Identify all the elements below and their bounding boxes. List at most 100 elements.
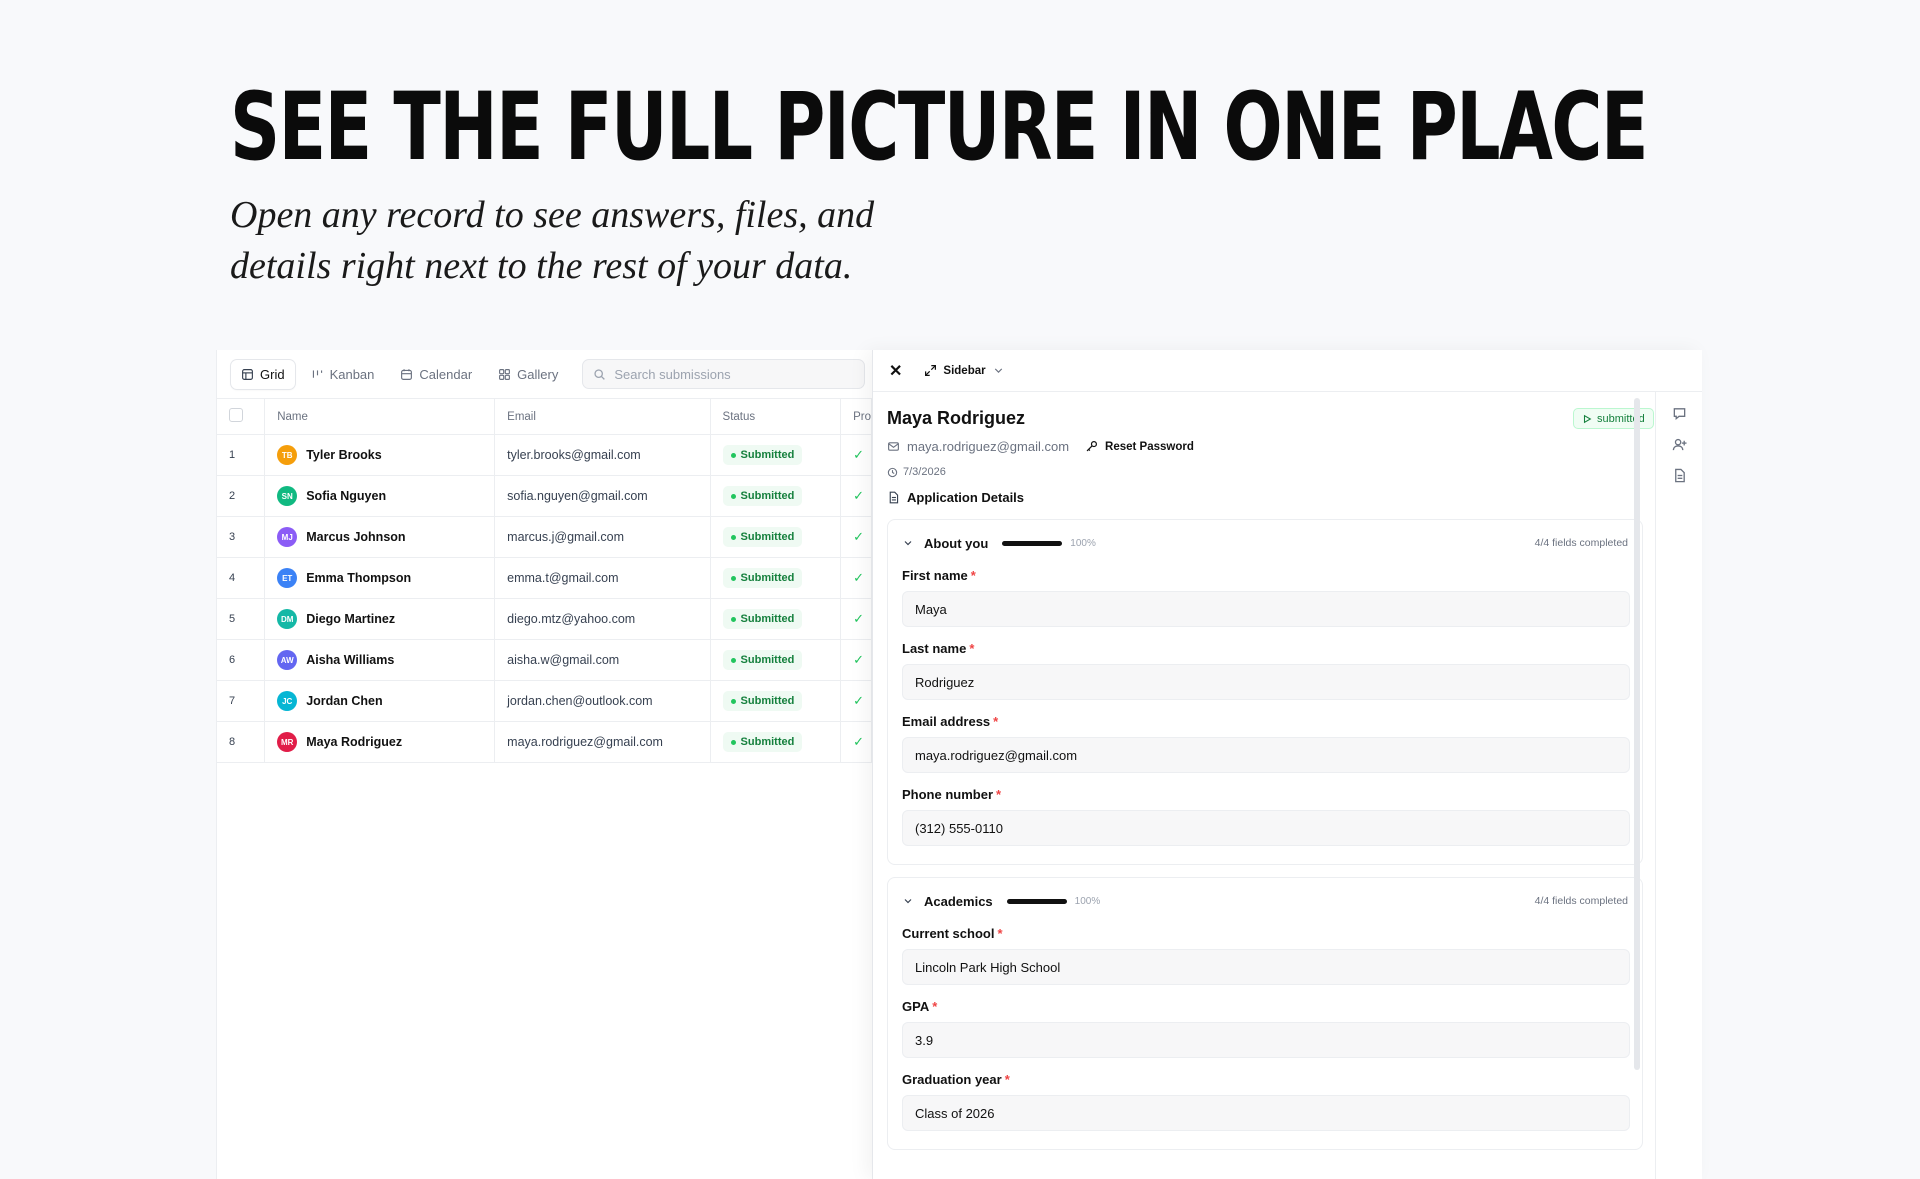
field-input[interactable]: (312) 555-0110: [902, 810, 1630, 846]
add-user-icon[interactable]: [1672, 437, 1687, 452]
row-index: 7: [217, 680, 266, 722]
column-header-email[interactable]: Email: [494, 398, 711, 435]
table-icon: [242, 368, 253, 380]
table-row[interactable]: 4 ET Emma Thompson emma.t@gmail.com Submitte…: [217, 557, 872, 599]
field-input[interactable]: Lincoln Park High School: [902, 949, 1630, 985]
field-input[interactable]: maya.rodriguez@gmail.com: [902, 737, 1630, 773]
reset-password-button[interactable]: Reset Password: [1085, 440, 1194, 453]
record-detail-panel: ✕ Sidebar Maya Rodriguez submitted maya.…: [872, 350, 1702, 1179]
status-cell[interactable]: Submitted: [710, 680, 842, 722]
reset-password-label: Reset Password: [1105, 440, 1194, 453]
tab-gallery[interactable]: Gallery: [488, 360, 568, 389]
table-row[interactable]: 6 AW Aisha Williams aisha.w@gmail.com Submit…: [217, 639, 872, 681]
chevron-down-icon[interactable]: [902, 537, 914, 549]
tab-kanban[interactable]: Kanban: [301, 360, 385, 389]
row-index: 3: [217, 516, 266, 558]
row-email[interactable]: diego.mtz@yahoo.com: [494, 598, 711, 640]
check-icon: ✓: [853, 652, 864, 667]
row-email[interactable]: aisha.w@gmail.com: [494, 639, 711, 681]
detail-scrollbar[interactable]: [1634, 398, 1640, 1070]
section-fields-completed: 4/4 fields completed: [1534, 537, 1628, 549]
name-cell[interactable]: JC Jordan Chen: [264, 680, 496, 722]
table-row[interactable]: 7 JC Jordan Chen jordan.chen@outlook.com Sub…: [217, 680, 872, 722]
field-label: First name *: [902, 568, 1628, 583]
record-meta-row: maya.rodriguez@gmail.com Reset Password: [887, 439, 1639, 454]
row-index: 8: [217, 721, 266, 763]
row-name: Tyler Brooks: [306, 448, 382, 462]
row-email[interactable]: tyler.brooks@gmail.com: [494, 434, 711, 476]
search-input[interactable]: [614, 366, 865, 382]
status-cell[interactable]: Submitted: [710, 475, 842, 517]
row-index: 2: [217, 475, 266, 517]
chevron-down-icon[interactable]: [902, 895, 914, 907]
row-status: Submitted: [740, 695, 795, 707]
table-row[interactable]: 2 SN Sofia Nguyen sofia.nguyen@gmail.com Sub…: [217, 475, 872, 517]
row-status: Submitted: [740, 736, 795, 748]
table-row[interactable]: 3 MJ Marcus Johnson marcus.j@gmail.com Submi…: [217, 516, 872, 558]
section-header[interactable]: About you 100% 4/4 fields completed: [902, 532, 1628, 554]
name-cell[interactable]: MJ Marcus Johnson: [264, 516, 496, 558]
table-row[interactable]: 8 MR Maya Rodriguez maya.rodriguez@gmail.co…: [217, 721, 872, 763]
column-header-status[interactable]: Status: [710, 398, 842, 435]
clock-icon: [887, 467, 898, 477]
status-badge: Submitted: [722, 609, 803, 629]
field-label-text: Phone number: [902, 787, 994, 802]
status-badge: Submitted: [722, 527, 803, 547]
name-cell[interactable]: DM Diego Martinez: [264, 598, 496, 640]
select-all-cell[interactable]: [217, 398, 266, 435]
section-header[interactable]: Academics 100% 4/4 fields completed: [902, 890, 1628, 912]
name-cell[interactable]: ET Emma Thompson: [264, 557, 496, 599]
pro-cell[interactable]: ✓: [840, 680, 872, 722]
close-icon[interactable]: ✕: [889, 361, 902, 381]
tab-grid[interactable]: Grid: [231, 359, 295, 389]
application-details-label: Application Details: [907, 490, 1025, 505]
select-all-checkbox[interactable]: [229, 408, 243, 422]
row-name: Jordan Chen: [306, 694, 383, 708]
pro-cell[interactable]: ✓: [840, 721, 872, 763]
record-date-text: 7/3/2026: [903, 466, 946, 478]
pro-cell[interactable]: ✓: [840, 434, 872, 476]
sidebar-mode-dropdown[interactable]: Sidebar: [924, 364, 1004, 377]
column-header-name[interactable]: Name: [264, 398, 496, 435]
row-email[interactable]: jordan.chen@outlook.com: [494, 680, 711, 722]
row-email[interactable]: marcus.j@gmail.com: [494, 516, 711, 558]
status-cell[interactable]: Submitted: [710, 434, 842, 476]
field-input[interactable]: Rodriguez: [902, 664, 1630, 700]
check-icon: ✓: [853, 693, 864, 708]
status-cell[interactable]: Submitted: [710, 598, 842, 640]
name-cell[interactable]: SN Sofia Nguyen: [264, 475, 496, 517]
search-box[interactable]: [582, 359, 866, 389]
column-header-pro[interactable]: Pro: [840, 398, 872, 435]
comment-icon[interactable]: [1672, 406, 1687, 421]
row-email[interactable]: emma.t@gmail.com: [494, 557, 711, 599]
pro-cell[interactable]: ✓: [840, 475, 872, 517]
table-row[interactable]: 5 DM Diego Martinez diego.mtz@yahoo.com Subm…: [217, 598, 872, 640]
name-cell[interactable]: AW Aisha Williams: [264, 639, 496, 681]
name-cell[interactable]: MR Maya Rodriguez: [264, 721, 496, 763]
status-cell[interactable]: Submitted: [710, 721, 842, 763]
pro-cell[interactable]: ✓: [840, 639, 872, 681]
pro-cell[interactable]: ✓: [840, 516, 872, 558]
row-email[interactable]: sofia.nguyen@gmail.com: [494, 475, 711, 517]
row-email[interactable]: maya.rodriguez@gmail.com: [494, 721, 711, 763]
field-input[interactable]: Maya: [902, 591, 1630, 627]
avatar: JC: [277, 691, 298, 711]
status-badge: Submitted: [722, 732, 803, 752]
name-cell[interactable]: TB Tyler Brooks: [264, 434, 496, 476]
tab-calendar[interactable]: Calendar: [390, 360, 482, 389]
table-row[interactable]: 1 TB Tyler Brooks tyler.brooks@gmail.com Sub…: [217, 434, 872, 476]
field-input[interactable]: Class of 2026: [902, 1095, 1630, 1131]
grid-panel: Grid Kanban Calendar Gallery Search subm…: [216, 350, 872, 1179]
field-input[interactable]: 3.9: [902, 1022, 1630, 1058]
field-label-text: Graduation year: [902, 1072, 1002, 1087]
section-percent: 100%: [1070, 537, 1096, 549]
pro-cell[interactable]: ✓: [840, 598, 872, 640]
status-badge: Submitted: [722, 445, 803, 465]
pro-cell[interactable]: ✓: [840, 557, 872, 599]
tab-grid-label: Grid: [260, 366, 285, 382]
status-cell[interactable]: Submitted: [710, 557, 842, 599]
document-icon[interactable]: [1672, 468, 1687, 483]
row-index: 5: [217, 598, 266, 640]
status-cell[interactable]: Submitted: [710, 516, 842, 558]
status-cell[interactable]: Submitted: [710, 639, 842, 681]
